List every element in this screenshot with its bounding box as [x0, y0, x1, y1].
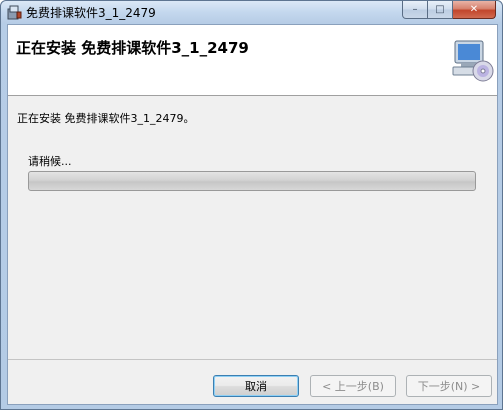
- header-panel: 正在安装 免费排课软件3_1_2479: [8, 25, 497, 96]
- install-progress-bar: [28, 171, 476, 191]
- footer-divider: [8, 359, 497, 360]
- wait-label: 请稍候...: [28, 155, 72, 168]
- installer-window: 免费排课软件3_1_2479 – □ ✕ 正在安装 免费排课软件3_1_2479…: [0, 0, 503, 410]
- title-bar[interactable]: 免费排课软件3_1_2479 – □ ✕: [1, 1, 502, 23]
- close-button[interactable]: ✕: [453, 1, 496, 19]
- maximize-button[interactable]: □: [428, 1, 453, 19]
- cancel-button[interactable]: 取消: [213, 375, 299, 397]
- back-button[interactable]: < 上一步(B): [310, 375, 396, 397]
- next-button[interactable]: 下一步(N) >: [406, 375, 492, 397]
- dialog-client: 正在安装 免费排课软件3_1_2479 正在安装 免费排课软件3_1_2479。…: [7, 24, 498, 405]
- install-status-text: 正在安装 免费排课软件3_1_2479。: [17, 112, 195, 125]
- computer-disc-icon: [452, 40, 494, 82]
- window-title: 免费排课软件3_1_2479: [26, 6, 156, 20]
- minimize-button[interactable]: –: [402, 1, 428, 19]
- installer-app-icon: [7, 5, 22, 20]
- page-title: 正在安装 免费排课软件3_1_2479: [16, 39, 249, 57]
- window-controls: – □ ✕: [402, 1, 496, 19]
